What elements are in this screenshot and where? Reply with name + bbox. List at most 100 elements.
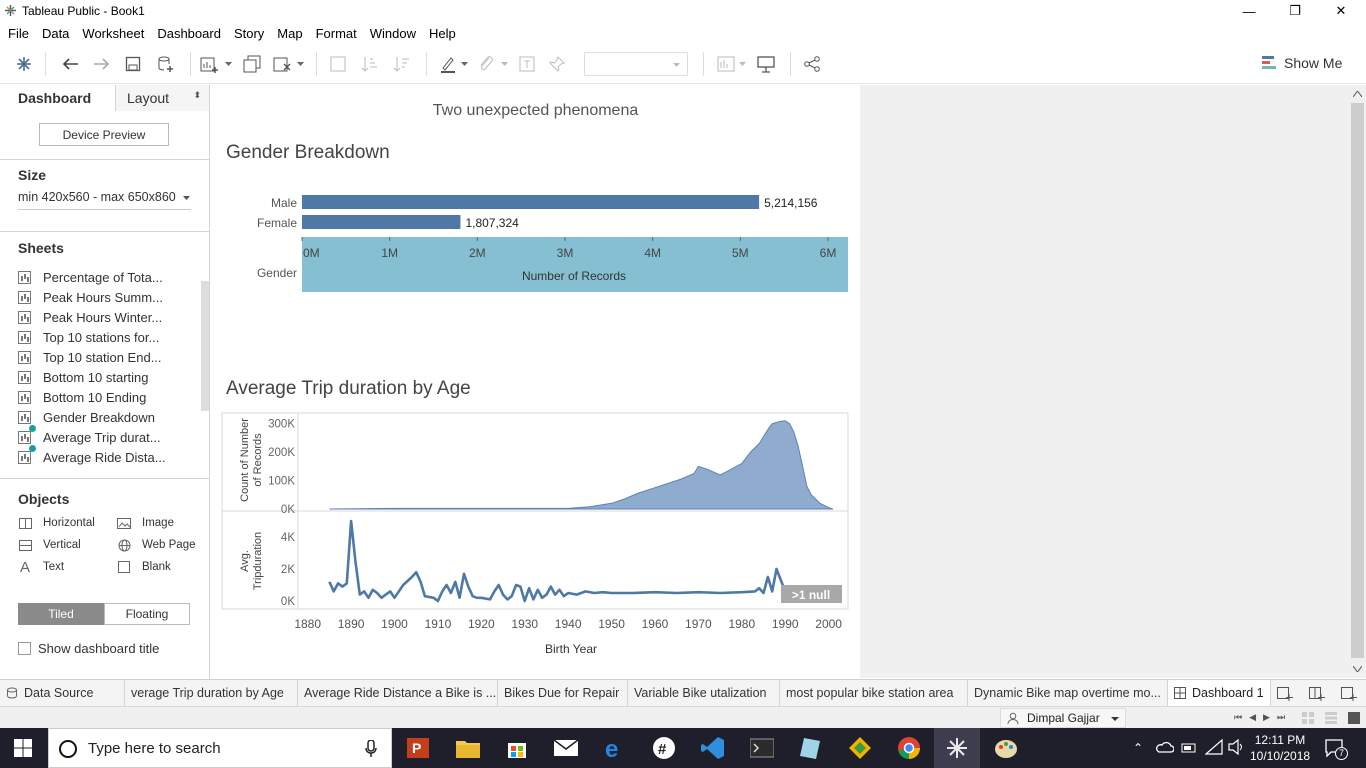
tab-sheet[interactable]: Average Ride Distance a Bike is ... [298,680,498,706]
duplicate-sheet-icon[interactable] [242,54,262,74]
fit-dropdown[interactable] [584,52,688,76]
chevron-down-icon[interactable] [498,54,510,74]
trip-duration-by-age-chart[interactable]: Birth Year 300K200K100K0K4K2K0K >1 null18… [211,410,860,665]
tab-sheet[interactable]: Bikes Due for Repair [498,680,628,706]
windows-start-icon[interactable] [9,734,37,762]
gender-bar-chart[interactable]: Gender Number of Records Male 5,214,156 Fe… [211,175,860,295]
new-data-source-icon[interactable] [156,54,176,74]
tab-sheet[interactable]: Variable Bike utalization [628,680,780,706]
canvas-vertical-scrollbar[interactable] [1349,85,1366,678]
object-text[interactable]: A Text [18,558,64,576]
undo-icon[interactable] [60,54,80,74]
sheet-item[interactable]: Bottom 10 Ending [18,387,198,407]
battery-icon[interactable] [1181,740,1197,757]
pin-icon[interactable] [547,54,567,74]
chevron-down-icon[interactable] [222,54,234,74]
new-worksheet-icon[interactable] [200,54,220,74]
menu-map[interactable]: Map [277,22,309,44]
edge-icon[interactable]: e [601,734,629,762]
mail-icon[interactable] [552,734,580,762]
show-mark-labels-icon[interactable] [517,54,537,74]
tab-navigation-icons[interactable]: ⏮◀▶⏭ [1234,712,1292,723]
show-me-button[interactable]: Show Me [1262,55,1342,71]
menu-dashboard[interactable]: Dashboard [157,22,228,44]
show-tabs-icon[interactable] [1325,712,1337,727]
menu-story[interactable]: Story [234,22,271,44]
sheet-item[interactable]: Average Trip durat... [18,427,198,452]
notepad-icon[interactable] [797,734,825,762]
vscode-icon[interactable] [699,734,727,762]
tiled-button[interactable]: Tiled [18,603,104,625]
chevron-down-icon[interactable] [736,54,748,74]
onedrive-icon[interactable] [1156,740,1175,757]
start-page-icon[interactable] [14,54,34,74]
chrome-icon[interactable] [895,734,923,762]
show-title-checkbox[interactable] [18,642,31,655]
menu-file[interactable]: File [8,22,36,44]
new-story-tab-icon[interactable] [1341,685,1357,704]
highlight-icon[interactable] [438,54,458,74]
sheet-item[interactable]: Bottom 10 starting [18,367,198,387]
object-horizontal[interactable]: Horizontal [18,514,95,532]
paint-icon[interactable] [992,734,1020,762]
sheet-item[interactable]: Gender Breakdown [18,407,198,432]
restore-button[interactable]: ❐ [1272,0,1318,22]
sheets-scrollbar[interactable] [201,281,209,411]
tab-sheet[interactable]: verage Trip duration by Age [125,680,298,706]
object-web-page[interactable]: Web Page [117,536,196,554]
show-cards-icon[interactable] [716,54,736,74]
scroll-thumb[interactable] [1351,103,1364,658]
sort-ascending-icon[interactable] [360,54,380,74]
size-dropdown[interactable]: min 420x560 - max 650x860 [18,190,191,210]
sheet-item[interactable]: Top 10 stations for... [18,327,198,347]
menu-data[interactable]: Data [42,22,76,44]
taskbar-search-box[interactable]: Type here to search [48,728,392,768]
user-menu[interactable]: Dimpal Gajjar [1000,708,1126,728]
group-members-icon[interactable] [476,54,496,74]
file-explorer-icon[interactable] [454,734,482,762]
bar[interactable] [302,195,760,209]
sort-descending-icon[interactable] [392,54,412,74]
floating-button[interactable]: Floating [104,603,190,625]
wifi-icon[interactable] [1204,738,1223,758]
tableau-taskbar-active[interactable] [934,728,980,768]
menu-worksheet[interactable]: Worksheet [82,22,151,44]
show-hidden-icons-chevron[interactable]: ⌃ [1133,741,1143,755]
tab-layout[interactable]: Layout ⬍ [115,85,209,111]
sheet-item[interactable]: Percentage of Tota... [18,267,198,287]
tab-sheet[interactable]: Dynamic Bike map overtime mo... [968,680,1168,706]
new-dashboard-tab-icon[interactable] [1309,685,1325,704]
bar[interactable] [302,215,461,229]
menu-format[interactable]: Format [316,22,364,44]
scroll-up-icon[interactable] [1353,91,1362,97]
menu-help[interactable]: Help [429,22,463,44]
chevron-down-icon[interactable] [458,54,470,74]
object-vertical[interactable]: Vertical [18,536,81,554]
volume-icon[interactable] [1228,738,1244,758]
tab-dashboard[interactable]: Dashboard [0,85,115,111]
close-button[interactable]: ✕ [1318,0,1364,22]
new-worksheet-tab-icon[interactable] [1277,685,1293,704]
device-preview-button[interactable]: Device Preview [39,123,169,146]
scroll-down-icon[interactable] [1353,666,1362,672]
sheet-item[interactable]: Peak Hours Summ... [18,287,198,307]
minimize-button[interactable]: — [1226,0,1272,22]
show-sheet-sorter-icon[interactable] [1348,712,1360,727]
share-icon[interactable] [802,54,822,74]
terminal-icon[interactable] [748,734,776,762]
sheet-item[interactable]: Average Ride Dista... [18,447,198,467]
system-clock[interactable]: 12:11 PM 10/10/2018 [1250,732,1310,764]
swap-rows-columns-icon[interactable] [328,54,348,74]
clear-sheet-icon[interactable] [272,54,292,74]
sheet-item[interactable]: Top 10 station End... [18,347,198,367]
tab-sheet[interactable]: most popular bike station area [780,680,968,706]
notification-center-icon[interactable]: 7 [1325,738,1348,761]
sheet-item[interactable]: Peak Hours Winter... [18,307,198,327]
tab-dashboard-1[interactable]: Dashboard 1 [1168,680,1271,706]
save-icon[interactable] [123,54,143,74]
presentation-mode-icon[interactable] [756,54,776,74]
tab-data-source[interactable]: Data Source [0,680,125,706]
powerpoint-icon[interactable]: P [405,734,433,762]
object-blank[interactable]: Blank [117,558,171,576]
git-kraken-icon[interactable] [846,734,874,762]
